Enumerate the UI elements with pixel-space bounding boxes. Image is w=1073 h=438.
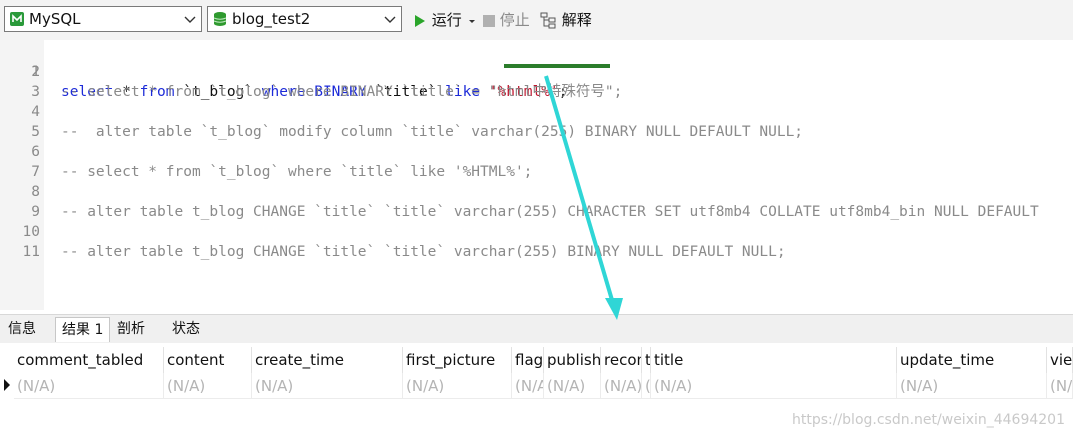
line-number: 8 (31, 184, 40, 200)
code-text: -- alter table t_blog CHANGE `title` `ti… (61, 204, 1039, 220)
explain-icon (540, 12, 556, 29)
tab-info[interactable]: 信息 (2, 317, 42, 342)
line-number: 6 (31, 144, 40, 160)
database-select[interactable]: blog_test2 (207, 6, 402, 32)
stop-label: 停止 (499, 11, 530, 29)
code-line: 1 select * from `t_blog` where BINARY `t… (0, 42, 567, 100)
toolbar: MySQL blog_test2 运行 停止 解释 (0, 0, 1073, 40)
stop-button[interactable]: 停止 (483, 9, 530, 31)
table-cell[interactable]: (N/A) (403, 373, 512, 399)
chevron-down-icon (384, 16, 396, 23)
table-cell[interactable]: (N/A) (252, 373, 403, 399)
run-label: 运行 (431, 11, 462, 29)
tab-profile[interactable]: 剖析 (111, 317, 151, 342)
column-header[interactable]: recom (601, 347, 642, 373)
table-cell[interactable]: (N/A) (14, 373, 164, 399)
code-text: -- select * from `t_blog` where `title` … (61, 164, 533, 180)
tab-result-1[interactable]: 结果 1 (55, 317, 111, 342)
column-header[interactable]: flag (512, 347, 544, 373)
column-header[interactable]: content (164, 347, 252, 373)
column-header[interactable]: title (651, 347, 897, 373)
mysql-icon (10, 12, 24, 26)
table-cell[interactable]: (N/A) (601, 373, 642, 399)
table-cell[interactable]: (N/A) (1047, 373, 1073, 399)
line-number: 10 (22, 224, 40, 240)
column-header[interactable]: update_time (897, 347, 1047, 373)
line-number: 5 (31, 124, 40, 140)
line-number: 4 (31, 104, 40, 120)
play-icon (415, 14, 425, 27)
caret-down-icon[interactable] (467, 16, 477, 26)
line-number: 3 (31, 84, 40, 100)
table-cell[interactable]: (N/A) (544, 373, 601, 399)
explain-label: 解释 (561, 11, 592, 29)
explain-button[interactable]: 解释 (540, 9, 592, 31)
grid-header: comment_tabled content create_time first… (0, 347, 1073, 373)
column-header[interactable]: first_picture (403, 347, 512, 373)
database-icon (213, 12, 227, 26)
chevron-down-icon (184, 16, 196, 23)
sql-editor[interactable]: 1 select * from `t_blog` where BINARY `t… (0, 40, 1073, 310)
line-number: 9 (31, 204, 40, 220)
code-text: -- alter table `t_blog` modify column `t… (61, 124, 804, 140)
connection-label: MySQL (29, 10, 81, 28)
column-header[interactable]: t (642, 347, 651, 373)
table-cell[interactable]: (N/A) (164, 373, 252, 399)
table-cell[interactable]: (N/A) (651, 373, 897, 399)
connection-select[interactable]: MySQL (4, 6, 202, 32)
column-header[interactable]: publish (544, 347, 601, 373)
highlight-underline (504, 64, 610, 68)
line-number: 11 (22, 244, 40, 260)
column-header[interactable]: comment_tabled (14, 347, 164, 373)
line-number: 2 (31, 64, 40, 80)
code-text: -- select * from `t_blog` where BINARY `… (61, 84, 623, 100)
tab-status[interactable]: 状态 (166, 317, 206, 342)
table-row[interactable]: (N/A) (N/A) (N/A) (N/A) (N/A) (N/A) (N/A… (0, 373, 1073, 399)
column-header[interactable]: view (1047, 347, 1073, 373)
result-tabs: 信息 结果 1 剖析 状态 (0, 314, 1073, 344)
code-text: -- alter table t_blog CHANGE `title` `ti… (61, 244, 786, 260)
table-cell[interactable]: (N/A) (512, 373, 544, 399)
column-header[interactable]: create_time (252, 347, 403, 373)
line-number: 7 (31, 164, 40, 180)
database-label: blog_test2 (232, 10, 311, 28)
watermark: https://blog.csdn.net/weixin_44694201 (791, 412, 1065, 428)
run-button[interactable]: 运行 (413, 9, 477, 31)
table-cell[interactable]: (N/A) (897, 373, 1047, 399)
stop-icon (483, 14, 495, 27)
table-cell[interactable]: ( (642, 373, 651, 399)
